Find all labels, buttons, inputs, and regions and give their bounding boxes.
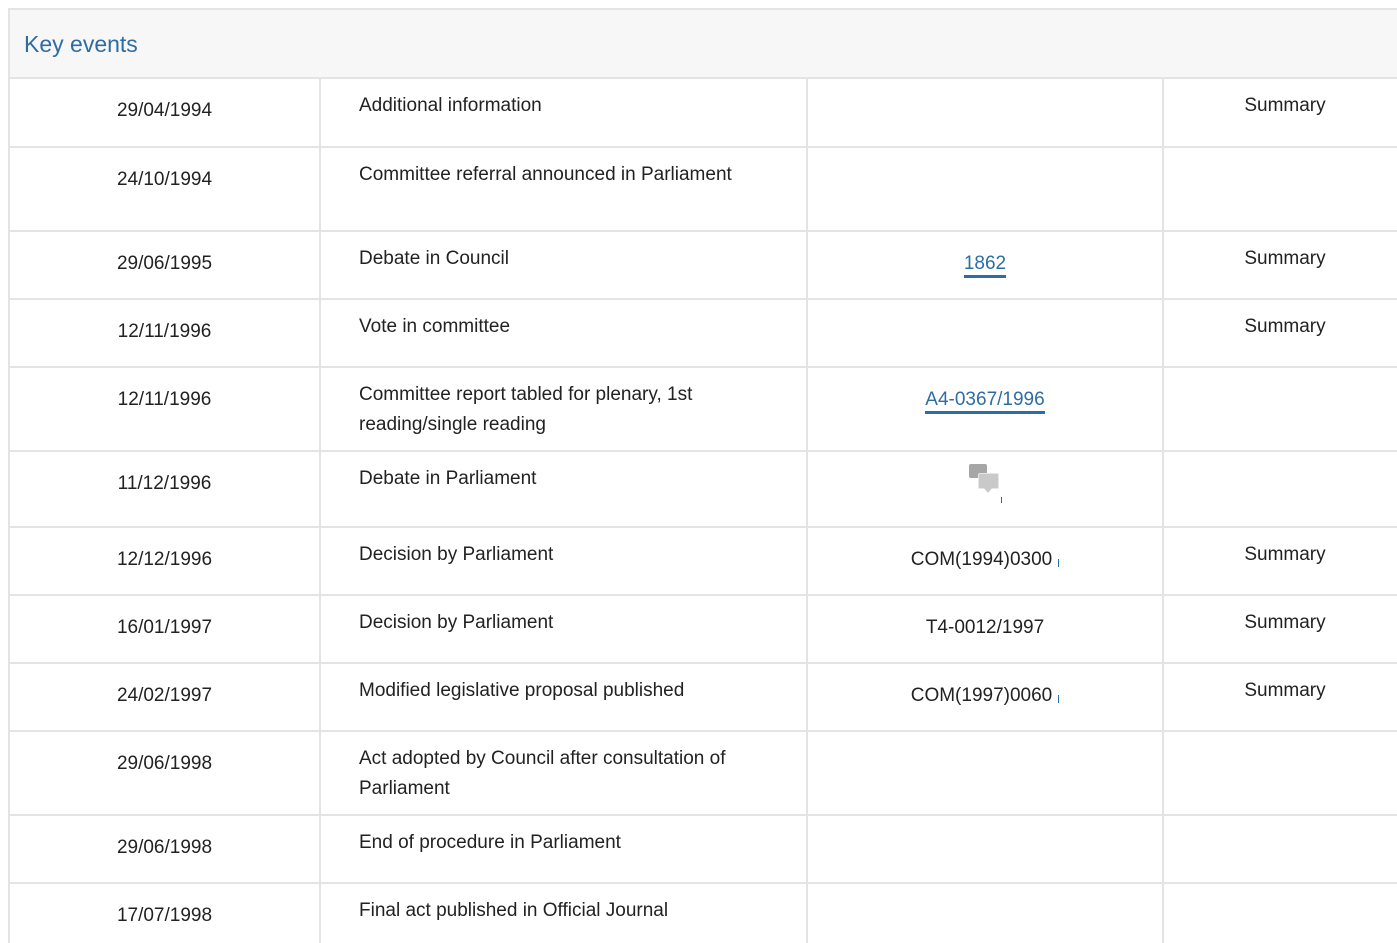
summary-link[interactable]: Summary — [1244, 544, 1325, 565]
event-title: Act adopted by Council after consultatio… — [320, 731, 808, 816]
event-document — [807, 147, 1164, 232]
event-date: 29/06/1998 — [10, 815, 321, 884]
event-summary — [1163, 883, 1397, 943]
summary-link[interactable]: Summary — [1244, 612, 1325, 633]
table-row: 12/11/1996 Vote in committee Summary — [10, 299, 1397, 368]
key-events-panel: Key events 29/04/1994 Additional informa… — [8, 8, 1397, 943]
summary-link[interactable]: Summary — [1244, 680, 1325, 701]
event-document — [807, 815, 1164, 884]
event-summary — [1163, 367, 1397, 452]
table-row: 12/11/1996 Committee report tabled for p… — [10, 367, 1397, 452]
event-date: 16/01/1997 — [10, 595, 321, 664]
event-title: Committee report tabled for plenary, 1st… — [320, 367, 808, 452]
event-document — [807, 299, 1164, 368]
table-row: 24/02/1997 Modified legislative proposal… — [10, 663, 1397, 732]
event-title: End of procedure in Parliament — [320, 815, 808, 884]
event-date: 12/11/1996 — [10, 367, 321, 452]
document-link[interactable]: A4-0367/1996 — [925, 389, 1045, 414]
table-row: 11/12/1996 Debate in Parliament — [10, 451, 1397, 528]
table-row: 29/04/1994 Additional information Summar… — [10, 79, 1397, 148]
event-date: 29/04/1994 — [10, 79, 321, 148]
table-row: 12/12/1996 Decision by Parliament COM(19… — [10, 527, 1397, 596]
table-row: 17/07/1998 Final act published in Offici… — [10, 883, 1397, 943]
event-date: 29/06/1998 — [10, 731, 321, 816]
event-date: 12/12/1996 — [10, 527, 321, 596]
event-document — [807, 731, 1164, 816]
link-marker — [1058, 695, 1060, 703]
event-title: Debate in Parliament — [320, 451, 808, 528]
event-date: 17/07/1998 — [10, 883, 321, 943]
event-date: 12/11/1996 — [10, 299, 321, 368]
summary-link[interactable]: Summary — [1244, 95, 1325, 116]
event-summary — [1163, 815, 1397, 884]
event-summary — [1163, 731, 1397, 816]
panel-title: Key events — [24, 31, 138, 57]
debate-icon[interactable] — [965, 462, 1005, 506]
table-row: 29/06/1995 Debate in Council 1862 Summar… — [10, 231, 1397, 300]
document-link[interactable]: 1862 — [963, 253, 1007, 278]
event-document — [807, 883, 1164, 943]
table-row: 29/06/1998 Act adopted by Council after … — [10, 731, 1397, 816]
document-reference[interactable]: COM(1997)0060 — [911, 685, 1053, 706]
event-date: 11/12/1996 — [10, 451, 321, 528]
event-title: Final act published in Official Journal — [320, 883, 808, 943]
event-date: 24/10/1994 — [10, 147, 321, 232]
link-marker — [1058, 559, 1060, 567]
key-events-table: 29/04/1994 Additional information Summar… — [10, 79, 1397, 943]
table-row: 24/10/1994 Committee referral announced … — [10, 147, 1397, 232]
event-summary — [1163, 451, 1397, 528]
event-title: Decision by Parliament — [320, 527, 808, 596]
event-title: Additional information — [320, 79, 808, 148]
summary-link[interactable]: Summary — [1244, 248, 1325, 269]
event-summary — [1163, 147, 1397, 232]
summary-link[interactable]: Summary — [1244, 316, 1325, 337]
document-reference: T4-0012/1997 — [925, 617, 1045, 638]
table-row: 16/01/1997 Decision by Parliament T4-001… — [10, 595, 1397, 664]
event-date: 24/02/1997 — [10, 663, 321, 732]
event-title: Vote in committee — [320, 299, 808, 368]
event-title: Modified legislative proposal published — [320, 663, 808, 732]
event-document — [807, 79, 1164, 148]
event-title: Debate in Council — [320, 231, 808, 300]
event-title: Decision by Parliament — [320, 595, 808, 664]
panel-header: Key events — [10, 10, 1397, 79]
event-title: Committee referral announced in Parliame… — [320, 147, 808, 232]
event-date: 29/06/1995 — [10, 231, 321, 300]
document-reference[interactable]: COM(1994)0300 — [911, 549, 1053, 570]
table-row: 29/06/1998 End of procedure in Parliamen… — [10, 815, 1397, 884]
